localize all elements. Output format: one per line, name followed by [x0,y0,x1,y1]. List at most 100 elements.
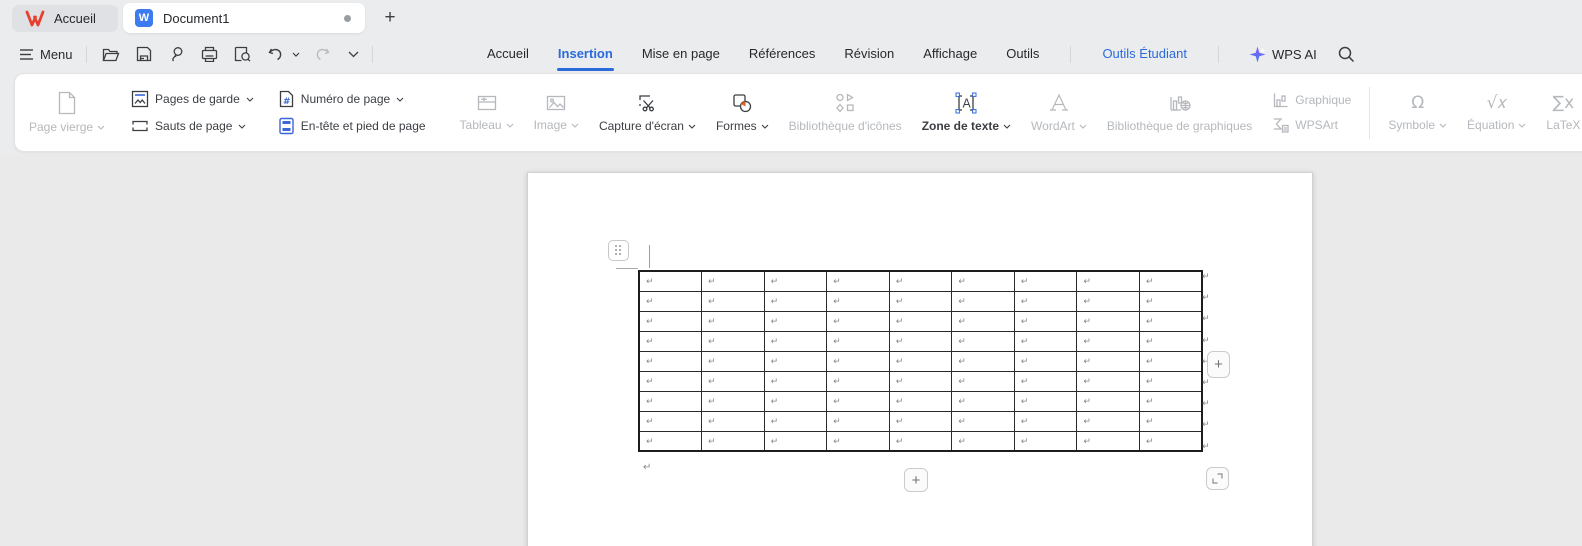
table-cell[interactable]: ↵ [826,270,890,292]
document-tab[interactable]: W Document1 [123,3,365,33]
table-cell[interactable]: ↵ [1076,350,1140,372]
table-cell[interactable]: ↵ [951,410,1015,432]
ribbon-tab-outils-etudiant[interactable]: Outils Étudiant [1101,44,1188,65]
ribbon-zone-de-texte-button[interactable]: A Zone de texte [912,92,1021,133]
table-cell[interactable]: ↵ [888,290,953,312]
table-cell[interactable]: ↵ [1138,410,1203,432]
ribbon-tab-affichage[interactable]: Affichage [922,44,978,65]
table-cell[interactable]: ↵ [763,350,828,372]
print-icon[interactable] [199,43,221,65]
toolbar-more-chevron-icon[interactable] [348,51,359,58]
table-cell[interactable]: ↵ [951,330,1015,352]
add-row-button[interactable]: + [904,468,928,492]
table-cell[interactable]: ↵ [1138,370,1203,392]
table-cell[interactable]: ↵ [763,410,828,432]
table-cell[interactable]: ↵ [701,290,765,312]
table-cell[interactable]: ↵ [888,390,953,412]
table-cell[interactable]: ↵ [826,290,890,312]
table-cell[interactable]: ↵ [951,290,1015,312]
table-cell[interactable]: ↵ [888,330,953,352]
search-icon[interactable] [1338,46,1355,63]
ribbon-entete-pied-button[interactable]: En-tête et pied de page [278,117,426,135]
table-cell[interactable]: ↵ [638,350,703,372]
table-cell[interactable]: ↵ [1076,390,1140,412]
table-cell[interactable]: ↵ [1076,430,1140,452]
table-cell[interactable]: ↵ [826,330,890,352]
table-cell[interactable]: ↵ [826,390,890,412]
table-cell[interactable]: ↵ [1076,370,1140,392]
table-cell[interactable]: ↵ [888,350,953,372]
ribbon-tab-mise-en-page[interactable]: Mise en page [641,44,721,65]
table-cell[interactable]: ↵ [826,350,890,372]
table-cell[interactable]: ↵ [951,430,1015,452]
home-tab[interactable]: Accueil [12,5,118,32]
table-cell[interactable]: ↵ [888,370,953,392]
table-cell[interactable]: ↵ [1138,430,1203,452]
table-cell[interactable]: ↵ [951,310,1015,332]
table-cell[interactable]: ↵ [638,270,703,292]
table-cell[interactable]: ↵ [888,310,953,332]
table-cell[interactable]: ↵ [763,390,828,412]
add-column-button[interactable]: + [1207,351,1230,378]
ribbon-tab-accueil[interactable]: Accueil [486,44,530,65]
table-cell[interactable]: ↵ [826,410,890,432]
ribbon-sauts-de-page-button[interactable]: Sauts de page [131,117,254,135]
table-cell[interactable]: ↵ [701,330,765,352]
table-cell[interactable]: ↵ [763,330,828,352]
table-cell[interactable]: ↵ [701,390,765,412]
table-cell[interactable]: ↵ [826,370,890,392]
table-cell[interactable]: ↵ [1013,290,1078,312]
table-cell[interactable]: ↵ [763,370,828,392]
table-cell[interactable]: ↵ [1013,310,1078,332]
table-cell[interactable]: ↵ [1013,350,1078,372]
menu-button[interactable]: Menu [20,47,73,62]
table-resize-handle[interactable] [1206,467,1229,490]
table-cell[interactable]: ↵ [763,310,828,332]
undo-icon[interactable] [265,43,287,65]
table-cell[interactable]: ↵ [638,290,703,312]
table-cell[interactable]: ↵ [1013,390,1078,412]
table-cell[interactable]: ↵ [638,430,703,452]
table-cell[interactable]: ↵ [1138,270,1203,292]
table-cell[interactable]: ↵ [826,430,890,452]
table-cell[interactable]: ↵ [638,390,703,412]
new-tab-button[interactable]: + [378,6,402,30]
ribbon-numero-de-page-button[interactable]: # Numéro de page [278,90,426,108]
format-painter-icon[interactable] [166,43,188,65]
table-cell[interactable]: ↵ [826,310,890,332]
table-cell[interactable]: ↵ [1013,410,1078,432]
table-cell[interactable]: ↵ [701,430,765,452]
table-cell[interactable]: ↵ [701,370,765,392]
table-cell[interactable]: ↵ [1076,410,1140,432]
table-cell[interactable]: ↵ [1076,270,1140,292]
ribbon-tab-references[interactable]: Références [748,44,816,65]
table-cell[interactable]: ↵ [638,370,703,392]
table-cell[interactable]: ↵ [1013,430,1078,452]
table-cell[interactable]: ↵ [638,410,703,432]
table-cell[interactable]: ↵ [638,310,703,332]
table-cell[interactable]: ↵ [951,370,1015,392]
table-cell[interactable]: ↵ [1138,350,1203,372]
ribbon-tab-outils[interactable]: Outils [1005,44,1040,65]
table-cell[interactable]: ↵ [1013,330,1078,352]
table-cell[interactable]: ↵ [763,430,828,452]
table-cell[interactable]: ↵ [888,410,953,432]
table-cell[interactable]: ↵ [763,270,828,292]
document-page[interactable]: ↵ ↵ ↵ ↵ ↵ ↵ ↵ ↵ ↵ ↵ ↵ ↵ ↵ ↵ ↵ ↵ ↵ ↵ ↵ ↵ ↵ ↵ ↵ ↵ ↵ ↵ ↵ ↵ ↵ ↵ ↵ ↵ ↵ ↵ ↵ ↵ ↵ ↵ ↵ ↵… [527,172,1313,546]
table-cell[interactable]: ↵ [951,350,1015,372]
table-cell[interactable]: ↵ [701,270,765,292]
table-cell[interactable]: ↵ [888,270,953,292]
table-move-handle[interactable] [608,240,629,261]
table-cell[interactable]: ↵ [701,410,765,432]
ribbon-pages-de-garde-button[interactable]: Pages de garde [131,90,254,108]
table-cell[interactable]: ↵ [763,290,828,312]
table-cell[interactable]: ↵ [951,270,1015,292]
wps-ai-button[interactable]: WPS AI [1249,46,1317,63]
table-cell[interactable]: ↵ [1076,310,1140,332]
ribbon-tab-insertion[interactable]: Insertion [556,44,614,71]
table-cell[interactable]: ↵ [1138,290,1203,312]
undo-dropdown-chevron-icon[interactable] [292,52,300,57]
ribbon-formes-button[interactable]: Formes [706,92,779,133]
table-cell[interactable]: ↵ [1138,310,1203,332]
table-cell[interactable]: ↵ [888,430,953,452]
